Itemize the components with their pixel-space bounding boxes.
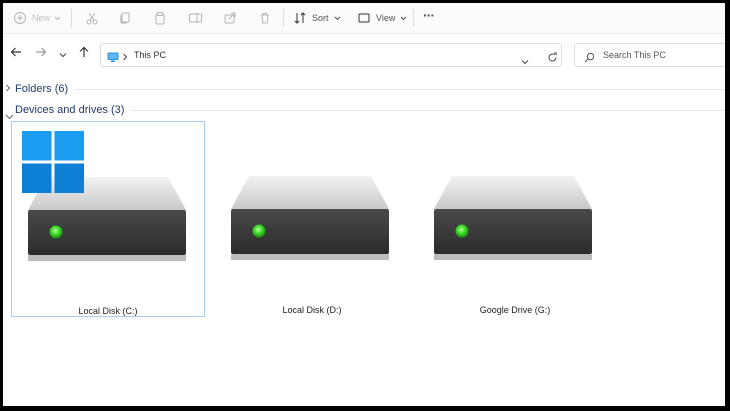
chevron-down-icon[interactable] (521, 52, 529, 70)
see-more-button[interactable]: ··· (423, 6, 435, 24)
drive-label: Google Drive (G:) (479, 305, 551, 315)
devices-group-header[interactable]: Devices and drives (3) (3, 101, 725, 120)
view-button[interactable]: View (357, 9, 407, 27)
sort-button[interactable]: Sort (293, 9, 341, 27)
chevron-right-icon (122, 49, 128, 67)
cut-button[interactable] (85, 9, 99, 27)
file-explorer-window: New Sort View ··· This PC Search This PC… (3, 3, 725, 406)
monitor-icon (107, 50, 119, 68)
view-label: View (376, 13, 396, 23)
copy-icon (118, 11, 132, 25)
forward-button[interactable] (35, 47, 47, 61)
more-icon: ··· (423, 7, 435, 23)
trash-icon (258, 11, 272, 25)
share-icon (223, 11, 237, 25)
delete-button[interactable] (258, 9, 272, 27)
share-button[interactable] (223, 9, 237, 27)
drive-label: Local Disk (C:) (78, 306, 138, 316)
search-icon (584, 50, 595, 68)
hard-drive-icon (231, 176, 389, 260)
search-input[interactable]: Search This PC (603, 50, 666, 60)
back-button[interactable] (10, 47, 22, 61)
scissors-icon (85, 11, 99, 25)
breadcrumb-this-pc[interactable]: This PC (134, 50, 166, 60)
paste-button[interactable] (153, 9, 167, 27)
drive-item-d[interactable]: Local Disk (D:) (215, 121, 409, 317)
recent-locations-button[interactable] (59, 47, 67, 61)
view-icon (357, 11, 371, 25)
new-label: New (32, 13, 51, 23)
group-divider (76, 88, 725, 90)
new-button[interactable]: New (13, 9, 61, 27)
sort-label: Sort (312, 13, 329, 23)
plus-circle-icon (13, 11, 27, 25)
toolbar-divider (283, 9, 284, 27)
chevron-down-icon (54, 16, 61, 21)
chevron-down-icon (59, 45, 67, 63)
arrow-left-icon (10, 45, 22, 63)
devices-group-label: Devices and drives (3) (15, 104, 125, 116)
chevron-down-icon (334, 16, 341, 21)
drive-item-g[interactable]: Google Drive (G:) (418, 121, 612, 317)
toolbar-divider (71, 9, 72, 27)
up-button[interactable] (78, 45, 90, 63)
command-bar: New Sort View ··· (3, 3, 725, 34)
arrow-up-icon (78, 45, 90, 63)
windows-logo-icon (22, 131, 84, 193)
drive-item-c[interactable]: Local Disk (C:) (11, 121, 205, 317)
rename-icon (188, 11, 204, 25)
sort-icon (293, 11, 307, 25)
toolbar-divider (413, 9, 414, 27)
folders-group-header[interactable]: Folders (6) (3, 80, 725, 98)
hard-drive-icon (434, 176, 592, 260)
search-box[interactable]: Search This PC (574, 43, 725, 67)
chevron-right-icon (5, 80, 11, 98)
arrow-right-icon (35, 45, 47, 63)
clipboard-icon (153, 11, 167, 25)
refresh-icon[interactable] (547, 50, 558, 68)
rename-button[interactable] (188, 9, 204, 27)
folders-group-label: Folders (6) (15, 83, 69, 95)
drive-label: Local Disk (D:) (282, 305, 342, 315)
address-bar[interactable]: This PC (100, 43, 562, 67)
copy-button[interactable] (118, 9, 132, 27)
group-divider (132, 109, 725, 111)
chevron-down-icon (400, 16, 407, 21)
